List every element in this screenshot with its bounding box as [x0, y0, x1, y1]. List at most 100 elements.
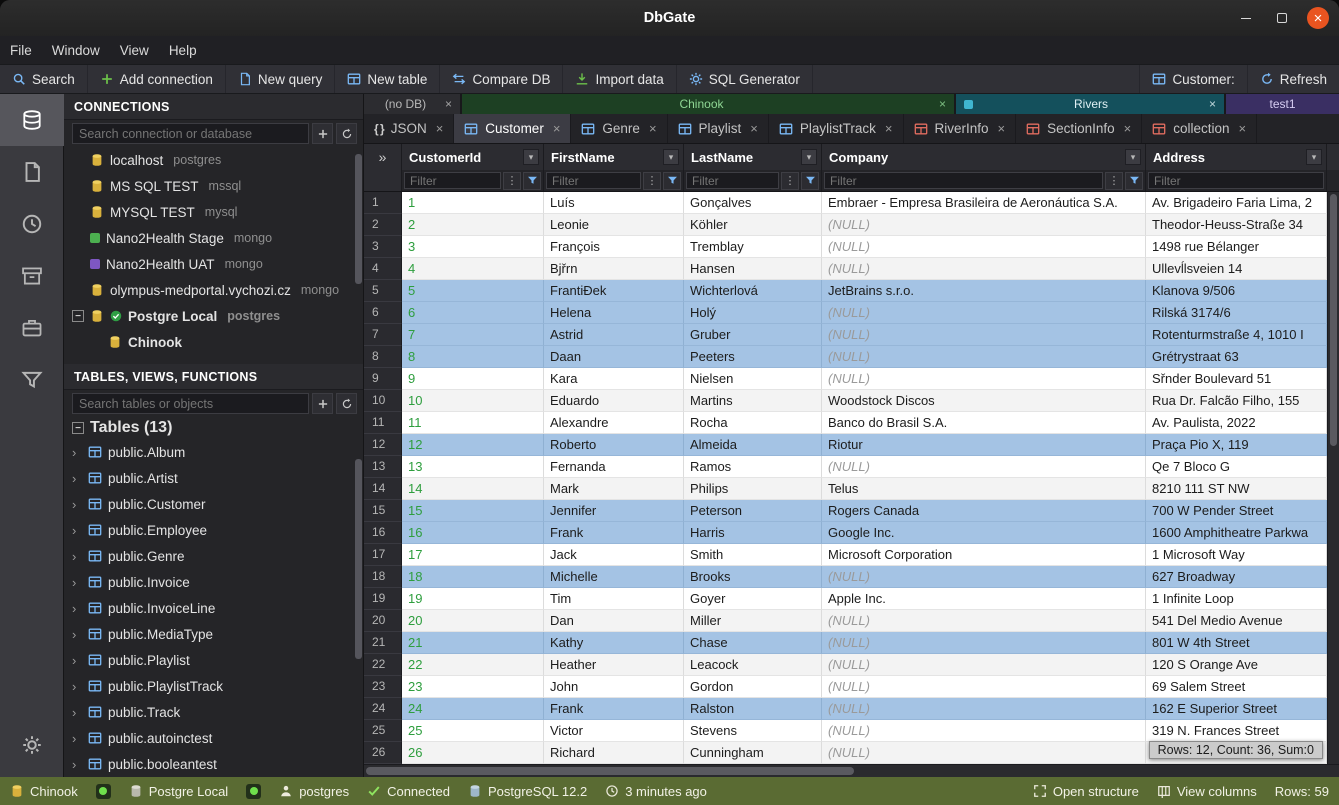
tables-scrollbar[interactable] — [355, 459, 362, 659]
row-number[interactable]: 3 — [364, 236, 402, 258]
grid-cell[interactable]: 9 — [402, 368, 544, 390]
connection-item[interactable]: Nano2Health UATmongo — [64, 251, 363, 277]
chevron-right-icon[interactable]: › — [72, 575, 82, 590]
close-tab-icon[interactable]: × — [553, 121, 561, 136]
table-row[interactable]: 55FrantiĐekWichterlováJetBrains s.r.o.Kl… — [364, 280, 1339, 302]
toolbar-button-search[interactable]: Search — [0, 65, 88, 93]
grid-cell[interactable]: (NULL) — [822, 654, 1146, 676]
chevron-right-icon[interactable]: › — [72, 653, 82, 668]
toolbar-button-refresh[interactable]: Refresh — [1247, 65, 1339, 93]
row-number[interactable]: 25 — [364, 720, 402, 742]
menu-view[interactable]: View — [110, 36, 159, 64]
grid-cell[interactable]: Rotenturmstraße 4, 1010 I — [1146, 324, 1327, 346]
table-item[interactable]: ›public.Genre — [64, 543, 363, 569]
grid-cell[interactable]: (NULL) — [822, 346, 1146, 368]
column-header-lastname[interactable]: LastName▾ — [684, 144, 822, 170]
grid-cell[interactable]: Tim — [544, 588, 684, 610]
grid-cell[interactable]: Chase — [684, 632, 822, 654]
table-row[interactable]: 44BjřrnHansen(NULL)Ullevĺlsveien 14 — [364, 258, 1339, 280]
menu-file[interactable]: File — [0, 36, 42, 64]
table-row[interactable]: 1111AlexandreRochaBanco do Brasil S.A.Av… — [364, 412, 1339, 434]
grid-cell[interactable]: 19 — [402, 588, 544, 610]
add-table-small-button[interactable] — [312, 393, 333, 414]
sidebar-history-button[interactable] — [0, 198, 64, 250]
close-tab-icon[interactable]: × — [1209, 97, 1216, 111]
row-number[interactable]: 14 — [364, 478, 402, 500]
table-item[interactable]: ›public.PlaylistTrack — [64, 673, 363, 699]
chevron-right-icon[interactable]: › — [72, 705, 82, 720]
chevron-right-icon[interactable]: › — [72, 549, 82, 564]
grid-cell[interactable]: Peeters — [684, 346, 822, 368]
table-row[interactable]: 11LuísGonçalvesEmbraer - Empresa Brasile… — [364, 192, 1339, 214]
database-tab-rivers[interactable]: Rivers× — [956, 94, 1224, 114]
column-dropdown-button[interactable]: ▾ — [663, 149, 679, 165]
toolbar-button-customer[interactable]: Customer: — [1139, 65, 1246, 93]
table-row[interactable]: 2525VictorStevens(NULL)319 N. Frances St… — [364, 720, 1339, 742]
add-connection-small-button[interactable] — [312, 123, 333, 144]
grid-cell[interactable]: Frank — [544, 522, 684, 544]
grid-cell[interactable]: Leonie — [544, 214, 684, 236]
table-row[interactable]: 1313FernandaRamos(NULL)Qe 7 Bloco G — [364, 456, 1339, 478]
column-header-customerid[interactable]: CustomerId▾ — [402, 144, 544, 170]
grid-cell[interactable]: Jack — [544, 544, 684, 566]
grid-cell[interactable]: Smith — [684, 544, 822, 566]
grid-cell[interactable]: 11 — [402, 412, 544, 434]
grid-cell[interactable]: Jennifer — [544, 500, 684, 522]
sidebar-archive-button[interactable] — [0, 250, 64, 302]
grid-cell[interactable]: Fernanda — [544, 456, 684, 478]
grid-cell[interactable]: (NULL) — [822, 632, 1146, 654]
connection-item[interactable]: olympus-medportal.vychozi.czmongo — [64, 277, 363, 303]
grid-cell[interactable]: Embraer - Empresa Brasileira de Aeronáut… — [822, 192, 1146, 214]
refresh-tables-button[interactable] — [336, 393, 357, 414]
grid-cell[interactable]: Qe 7 Bloco G — [1146, 456, 1327, 478]
close-tab-icon[interactable]: × — [939, 97, 946, 111]
grid-cell[interactable]: 25 — [402, 720, 544, 742]
grid-cell[interactable]: 1 Microsoft Way — [1146, 544, 1327, 566]
column-header-firstname[interactable]: FirstName▾ — [544, 144, 684, 170]
grid-cell[interactable]: (NULL) — [822, 456, 1146, 478]
table-item[interactable]: ›public.Invoice — [64, 569, 363, 595]
filter-input-company[interactable] — [824, 172, 1103, 189]
chevron-right-icon[interactable]: › — [72, 731, 82, 746]
row-number[interactable]: 10 — [364, 390, 402, 412]
connection-item[interactable]: Nano2Health Stagemongo — [64, 225, 363, 251]
filter-menu-button[interactable]: ⋮ — [781, 172, 799, 190]
row-number[interactable]: 5 — [364, 280, 402, 302]
tab-playlisttrack[interactable]: PlaylistTrack× — [769, 114, 904, 143]
row-number[interactable]: 22 — [364, 654, 402, 676]
grid-cell[interactable]: Tremblay — [684, 236, 822, 258]
table-item[interactable]: ›public.Album — [64, 439, 363, 465]
grid-cell[interactable]: Gordon — [684, 676, 822, 698]
grid-cell[interactable]: 1600 Amphitheatre Parkwa — [1146, 522, 1327, 544]
menu-help[interactable]: Help — [159, 36, 207, 64]
vertical-scrollbar[interactable] — [1327, 192, 1339, 764]
grid-cell[interactable]: Köhler — [684, 214, 822, 236]
grid-cell[interactable]: Roberto — [544, 434, 684, 456]
row-number[interactable]: 9 — [364, 368, 402, 390]
database-tab-test1[interactable]: test1 — [1226, 94, 1339, 114]
table-row[interactable]: 33FrançoisTremblay(NULL)1498 rue Bélange… — [364, 236, 1339, 258]
grid-cell[interactable]: Gonçalves — [684, 192, 822, 214]
grid-cell[interactable]: (NULL) — [822, 566, 1146, 588]
grid-cell[interactable]: 12 — [402, 434, 544, 456]
filter-input-firstname[interactable] — [546, 172, 641, 189]
grid-cell[interactable]: Helena — [544, 302, 684, 324]
grid-cell[interactable]: (NULL) — [822, 236, 1146, 258]
grid-cell[interactable]: 8210 111 ST NW — [1146, 478, 1327, 500]
row-number[interactable]: 7 — [364, 324, 402, 346]
chevron-right-icon[interactable]: › — [72, 679, 82, 694]
chevron-right-icon[interactable]: › — [72, 445, 82, 460]
grid-cell[interactable]: Dan — [544, 610, 684, 632]
close-tab-icon[interactable]: × — [1239, 121, 1247, 136]
grid-cell[interactable]: Michelle — [544, 566, 684, 588]
connection-item[interactable]: −Postgre Localpostgres — [64, 303, 363, 329]
tab-riverinfo[interactable]: RiverInfo× — [904, 114, 1017, 143]
menu-window[interactable]: Window — [42, 36, 110, 64]
grid-cell[interactable]: Woodstock Discos — [822, 390, 1146, 412]
toolbar-button-compare-db[interactable]: Compare DB — [440, 65, 563, 93]
close-button[interactable]: × — [1307, 7, 1329, 29]
sidebar-filter-button[interactable] — [0, 354, 64, 406]
row-number[interactable]: 17 — [364, 544, 402, 566]
tab-collection[interactable]: collection× — [1142, 114, 1257, 143]
grid-cell[interactable]: 541 Del Medio Avenue — [1146, 610, 1327, 632]
